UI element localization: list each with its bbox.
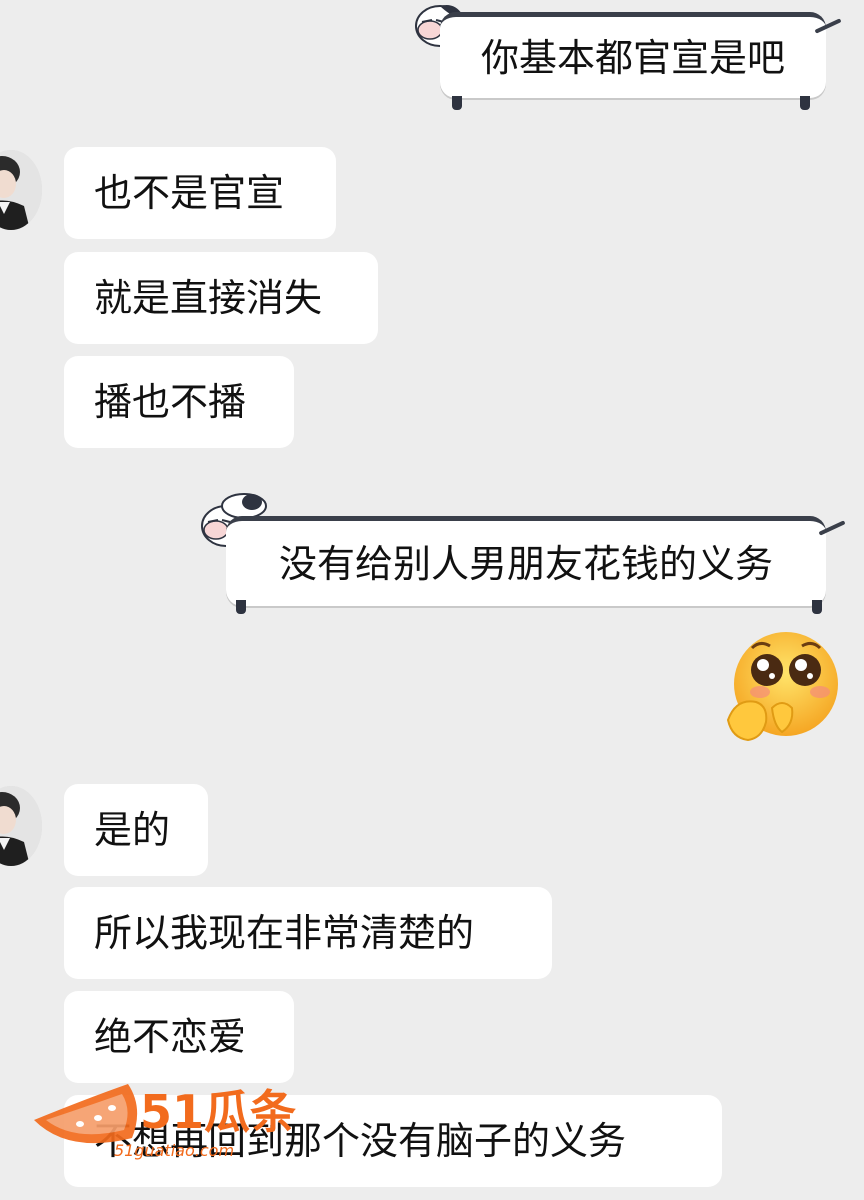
message-text: 播也不播 [94, 380, 247, 424]
cow-leg [452, 96, 462, 110]
message-text: 绝不恋爱 [94, 1015, 247, 1059]
incoming-message-5[interactable]: 所以我现在非常清楚的 [64, 887, 552, 979]
cow-leg [812, 600, 822, 614]
incoming-message-4[interactable]: 是的 [64, 784, 208, 876]
message-text: 所以我现在非常清楚的 [94, 911, 475, 955]
incoming-message-1[interactable]: 也不是官宣 [64, 147, 336, 239]
watermark-brand-text: 51瓜条 [140, 1085, 296, 1139]
message-text: 你基本都官宣是吧 [480, 35, 785, 80]
cow-leg [236, 600, 246, 614]
message-text: 就是直接消失 [94, 276, 323, 320]
cow-spots-icon [221, 493, 267, 518]
contact-avatar[interactable] [0, 150, 42, 230]
message-text: 也不是官宣 [94, 171, 285, 215]
watermelon-logo-icon [34, 1084, 138, 1144]
message-text: 是的 [94, 808, 171, 852]
message-text: 没有给别人男朋友花钱的义务 [278, 541, 773, 586]
pleading-face-emoji-icon[interactable] [722, 628, 846, 744]
incoming-message-2[interactable]: 就是直接消失 [64, 252, 378, 344]
contact-avatar[interactable] [0, 786, 42, 866]
brand-watermark: 51瓜条 51guatiao.com [34, 1084, 296, 1160]
watermark-url-text: 51guatiao.com [114, 1141, 234, 1160]
cow-leg [800, 96, 810, 110]
incoming-message-3[interactable]: 播也不播 [64, 356, 294, 448]
